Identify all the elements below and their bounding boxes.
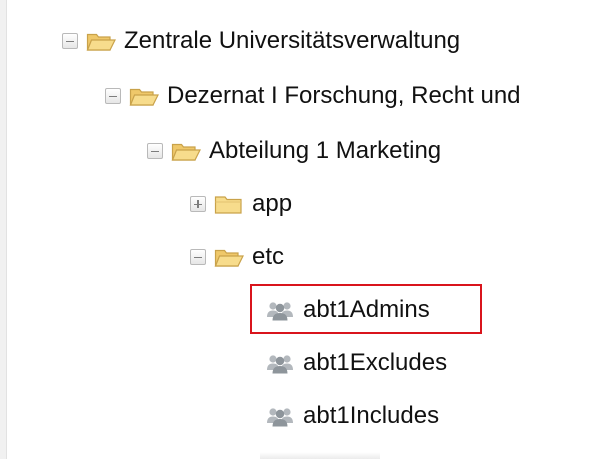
expand-toggle-icon[interactable] (190, 196, 206, 212)
tree-node-label: app (252, 190, 293, 217)
folder-open-icon (171, 143, 201, 161)
folder-open-icon (86, 33, 116, 51)
tree-node-label: Abteilung 1 Marketing (209, 137, 442, 164)
next-row-peek (260, 452, 380, 459)
collapse-toggle-icon[interactable] (62, 33, 78, 49)
user-group-icon (267, 408, 293, 427)
panel-left-border (0, 0, 7, 459)
tree-node-dezernat-i[interactable]: Dezernat I Forschung, Recht und (105, 70, 521, 122)
user-group-icon (267, 355, 293, 374)
tree-node-etc[interactable]: etc (190, 231, 284, 283)
collapse-toggle-icon[interactable] (147, 143, 163, 159)
tree-node-abteilung-1-marketing[interactable]: Abteilung 1 Marketing (147, 125, 441, 177)
tree-node-label: etc (252, 243, 285, 270)
collapse-toggle-icon[interactable] (105, 88, 121, 104)
tree-node-abt1excludes[interactable]: abt1Excludes (266, 337, 447, 389)
tree-node-label: Dezernat I Forschung, Recht und (167, 82, 521, 109)
folder-closed-icon (214, 196, 242, 214)
selection-highlight-box (250, 284, 482, 334)
tree-node-label: abt1Includes (303, 402, 440, 429)
folder-open-icon (129, 88, 159, 106)
folder-open-icon (214, 249, 244, 267)
tree-node-abt1includes[interactable]: abt1Includes (266, 390, 439, 442)
tree-node-label: Zentrale Universitätsverwaltung (124, 27, 461, 54)
tree-node-label: abt1Excludes (303, 349, 448, 376)
tree-node-zentrale-universitaetsverwaltung[interactable]: Zentrale Universitätsverwaltung (62, 15, 460, 67)
collapse-toggle-icon[interactable] (190, 249, 206, 265)
tree-node-app[interactable]: app (190, 178, 292, 230)
